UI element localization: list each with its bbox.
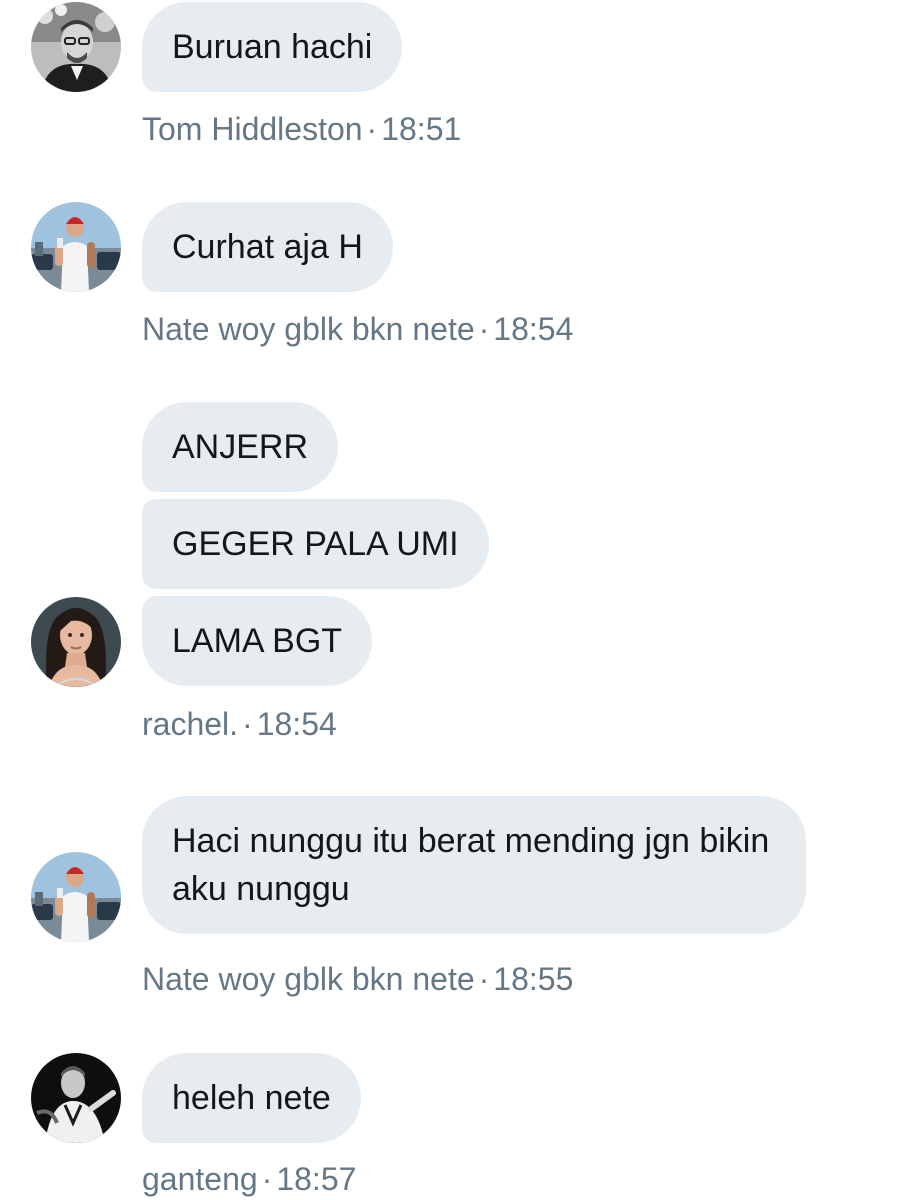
woman-dark-hair-avatar-icon (31, 597, 121, 687)
man-red-beanie-avatar-icon (31, 202, 121, 292)
meta-separator: · (366, 111, 378, 147)
message-text: GEGER PALA UMI (172, 525, 459, 563)
message-bubble[interactable]: Curhat aja H (142, 202, 393, 292)
message-meta: Nate woy gblk bkn nete · 18:55 (142, 959, 573, 999)
message-bubble[interactable]: LAMA BGT (142, 596, 373, 686)
message-meta: rachel. · 18:54 (142, 704, 337, 744)
sender-name[interactable]: Tom Hiddleston (142, 111, 363, 147)
meta-separator: · (478, 311, 490, 347)
message-time: 18:57 (276, 1161, 357, 1197)
sender-avatar[interactable] (31, 597, 121, 687)
meta-separator: · (261, 1161, 273, 1197)
message-time: 18:51 (381, 111, 462, 147)
meta-separator: · (242, 706, 253, 742)
meta-separator: · (478, 961, 490, 997)
sender-name[interactable]: rachel. (142, 706, 238, 742)
sender-name[interactable]: Nate woy gblk bkn nete (142, 311, 475, 347)
message-bubble[interactable]: ANJERR (142, 402, 339, 492)
sender-avatar[interactable] (31, 852, 121, 942)
sender-avatar[interactable] (31, 1053, 121, 1143)
message-meta: Tom Hiddleston · 18:51 (142, 109, 461, 149)
message-text: LAMA BGT (172, 622, 343, 660)
message-time: 18:54 (493, 311, 574, 347)
message-meta: ganteng · 18:57 (142, 1159, 356, 1199)
message-time: 18:54 (256, 706, 337, 742)
message-text: Curhat aja H (172, 228, 363, 266)
sender-avatar[interactable] (31, 2, 121, 92)
message-text: Buruan hachi (172, 28, 373, 66)
message-bubble[interactable]: GEGER PALA UMI (142, 499, 489, 589)
man-glasses-avatar-icon (31, 2, 121, 92)
message-text: Haci nunggu itu berat mending jgn bikin … (172, 822, 770, 908)
man-red-beanie-avatar-icon (31, 852, 121, 942)
sender-avatar[interactable] (31, 202, 121, 292)
message-meta: Nate woy gblk bkn nete · 18:54 (142, 309, 573, 349)
man-monochrome-avatar-icon (31, 1053, 121, 1143)
sender-name[interactable]: ganteng (142, 1161, 258, 1197)
message-bubble[interactable]: heleh nete (142, 1053, 361, 1143)
message-text: ANJERR (172, 428, 309, 466)
message-time: 18:55 (493, 961, 574, 997)
sender-name[interactable]: Nate woy gblk bkn nete (142, 961, 475, 997)
message-text: heleh nete (172, 1079, 331, 1117)
message-bubble[interactable]: Buruan hachi (142, 2, 403, 92)
message-bubble[interactable]: Haci nunggu itu berat mending jgn bikin … (142, 796, 806, 934)
